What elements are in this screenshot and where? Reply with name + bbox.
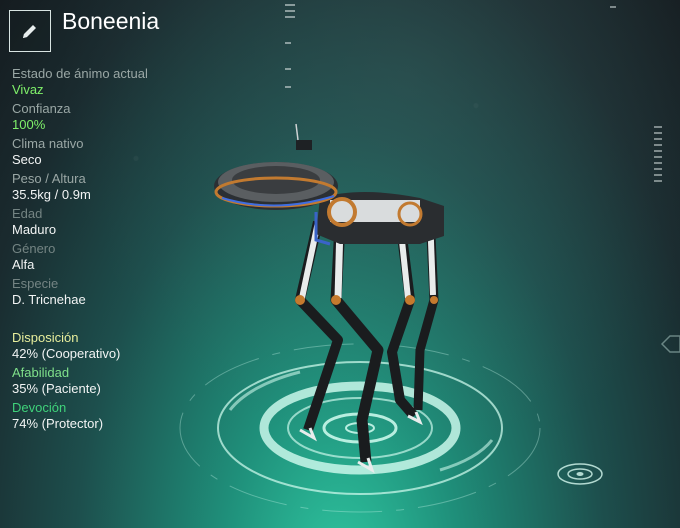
stat-value: 100%	[12, 117, 46, 132]
trait-value: 42% (Cooperativo)	[12, 346, 121, 361]
trait-affability: Afabilidad 35% (Paciente)	[12, 365, 232, 397]
stat-value: Seco	[12, 152, 42, 167]
trait-label: Devoción	[12, 400, 67, 415]
stat-weight-height: Peso / Altura 35.5kg / 0.9m	[12, 171, 232, 203]
creature-name: Boneenia	[62, 7, 160, 34]
stat-label: Peso / Altura	[12, 171, 86, 186]
stat-value: D. Tricnehae	[12, 292, 86, 307]
creature-model	[214, 123, 444, 474]
stat-label: Clima nativo	[12, 136, 84, 151]
stat-climate: Clima nativo Seco	[12, 136, 232, 168]
trait-value: 35% (Paciente)	[12, 381, 101, 396]
stat-trust: Confianza 100%	[12, 101, 232, 133]
trait-label: Afabilidad	[12, 365, 70, 380]
edit-name-button[interactable]	[9, 10, 51, 52]
stat-label: Edad	[12, 206, 43, 221]
stat-mood: Estado de ánimo actual Vivaz	[12, 66, 232, 98]
stat-value: Alfa	[12, 257, 35, 272]
stat-value: 35.5kg / 0.9m	[12, 187, 91, 202]
stat-value: Vivaz	[12, 82, 44, 97]
hologram-small-ring	[557, 463, 603, 485]
stats-list: Estado de ánimo actual Vivaz Confianza 1…	[12, 66, 232, 311]
stat-age: Edad Maduro	[12, 206, 232, 238]
stat-value: Maduro	[12, 222, 57, 237]
stat-label: Especie	[12, 276, 59, 291]
hud-marks-top	[285, 4, 295, 88]
trait-devotion: Devoción 74% (Protector)	[12, 400, 232, 432]
hexagon-icon	[660, 335, 680, 353]
traits-list: Disposición 42% (Cooperativo) Afabilidad…	[12, 330, 232, 435]
stat-label: Confianza	[12, 101, 71, 116]
stat-gender: Género Alfa	[12, 241, 232, 273]
trait-disposition: Disposición 42% (Cooperativo)	[12, 330, 232, 362]
trait-value: 74% (Protector)	[12, 416, 104, 431]
stat-label: Estado de ánimo actual	[12, 66, 148, 81]
header: Boneenia	[9, 7, 160, 53]
stat-species: Especie D. Tricnehae	[12, 276, 232, 308]
pencil-icon	[23, 25, 36, 38]
hud-marks-right	[610, 6, 662, 182]
trait-label: Disposición	[12, 330, 79, 345]
stat-label: Género	[12, 241, 56, 256]
